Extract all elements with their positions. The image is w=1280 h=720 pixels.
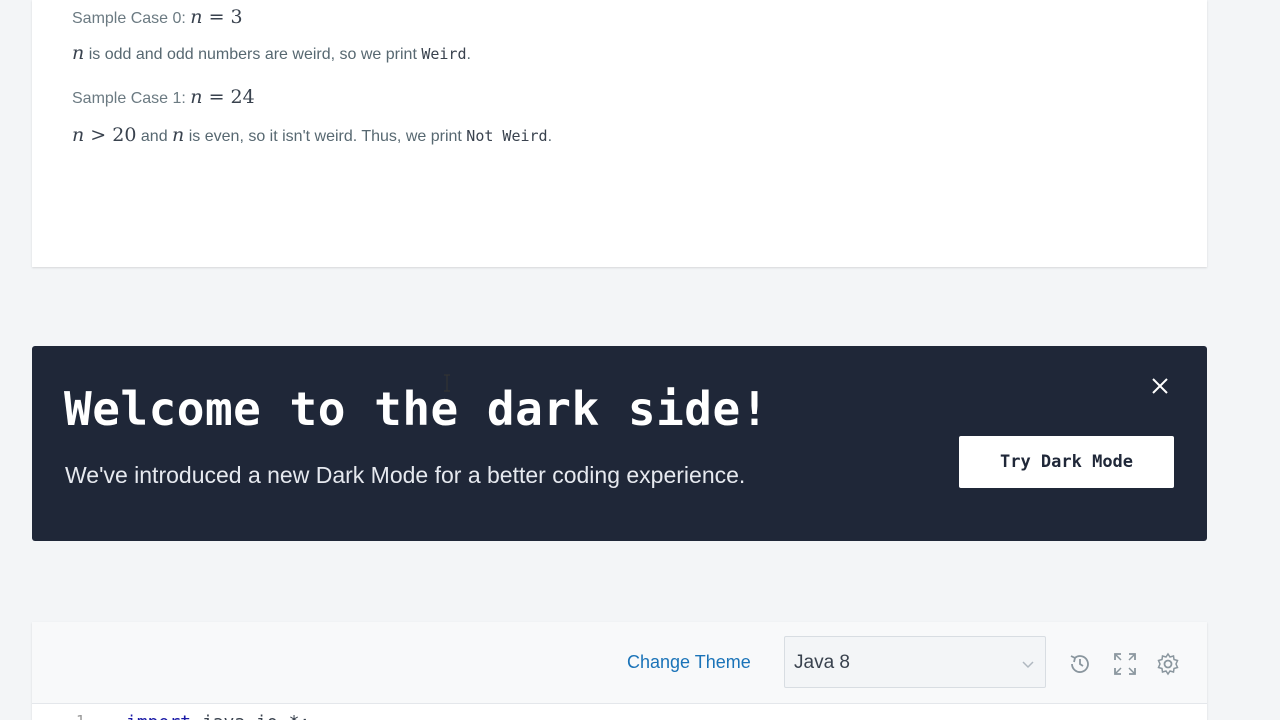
sample-case-0-label: Sample Case 0:: [72, 10, 186, 27]
sample-case-1-math: n = 24: [190, 86, 255, 108]
output-weird: Weird: [421, 45, 467, 63]
sample-case-1-heading: Sample Case 1: n = 24: [72, 86, 255, 108]
sample-case-1-explanation: n > 20 and n is even, so it isn't weird.…: [72, 124, 553, 146]
sample-case-0-explanation: n is odd and odd numbers are weird, so w…: [72, 42, 471, 64]
settings-icon[interactable]: [1155, 651, 1181, 677]
try-dark-mode-button[interactable]: Try Dark Mode: [959, 436, 1174, 488]
sample-case-1-label: Sample Case 1:: [72, 90, 186, 107]
history-icon[interactable]: [1067, 651, 1093, 677]
dark-mode-banner: Welcome to the dark side! We've introduc…: [32, 346, 1207, 541]
language-select[interactable]: Java 8: [784, 636, 1046, 688]
banner-subtitle: We've introduced a new Dark Mode for a b…: [65, 462, 746, 488]
editor-toolbar: Change Theme Java 8: [32, 622, 1207, 704]
language-selected-value: Java 8: [794, 652, 850, 673]
problem-explanation-card: Sample Case 0: n = 3 n is odd and odd nu…: [32, 0, 1207, 267]
code-editor-card: Change Theme Java 8: [32, 622, 1207, 720]
output-not-weird: Not Weird: [466, 127, 548, 145]
text-cursor-icon: [443, 374, 451, 392]
sample-case-0-heading: Sample Case 0: n = 3: [72, 6, 243, 28]
close-icon[interactable]: [1148, 374, 1172, 398]
change-theme-link[interactable]: Change Theme: [627, 652, 751, 673]
code-line[interactable]: import java.io.*;: [126, 712, 310, 720]
fullscreen-icon[interactable]: [1112, 651, 1138, 677]
chevron-down-icon: [1021, 657, 1035, 669]
banner-title: Welcome to the dark side!: [64, 382, 769, 436]
line-number: 1: [76, 712, 85, 720]
sample-case-0-math: n = 3: [190, 6, 243, 28]
